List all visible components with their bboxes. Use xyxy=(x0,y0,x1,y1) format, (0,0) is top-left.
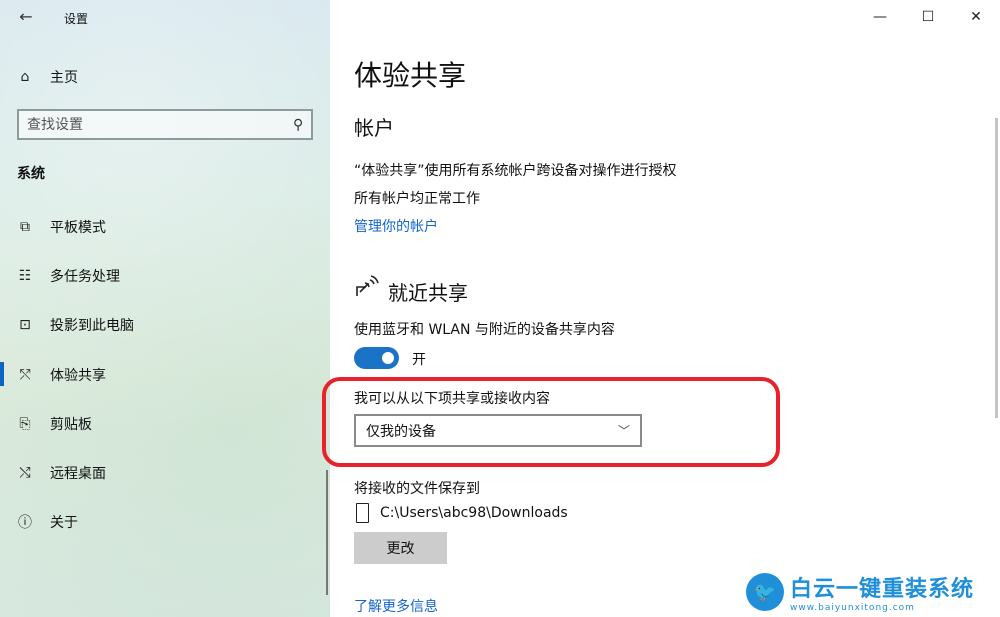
sidebar-item-remote-desktop[interactable]: ⤭ 远程桌面 xyxy=(0,448,330,497)
sidebar-item-label: 平板模式 xyxy=(50,219,106,236)
manage-accounts-link[interactable]: 管理你的帐户 xyxy=(354,216,438,236)
accounts-description: “体验共享”使用所有系统帐户跨设备对操作进行授权 xyxy=(354,163,677,179)
nearby-sharing-icon xyxy=(356,275,379,296)
accounts-status: 所有帐户均正常工作 xyxy=(354,191,480,207)
search-input[interactable] xyxy=(27,116,293,133)
nearby-sharing-description: 使用蓝牙和 WLAN 与附近的设备共享内容 xyxy=(354,322,615,338)
learn-more-link[interactable]: 了解更多信息 xyxy=(354,596,438,616)
sidebar-item-label: 主页 xyxy=(50,70,78,86)
window-controls: — ☐ ✕ xyxy=(856,0,1000,34)
main-scrollbar[interactable] xyxy=(995,118,998,418)
sidebar-item-label: 剪贴板 xyxy=(50,416,92,433)
sidebar-scrollbar-thumb[interactable] xyxy=(326,470,328,595)
nearby-sharing-heading: 就近共享 xyxy=(388,281,468,305)
toggle-state-label: 开 xyxy=(412,352,426,368)
sidebar-item-tablet-mode[interactable]: ⧉ 平板模式 xyxy=(0,202,330,251)
minimize-button[interactable]: — xyxy=(856,0,904,34)
projecting-icon: ⊡ xyxy=(19,317,31,334)
sidebar-item-multitasking[interactable]: ☷ 多任务处理 xyxy=(0,251,330,300)
maximize-button[interactable]: ☐ xyxy=(904,0,952,34)
home-icon: ⌂ xyxy=(20,69,30,85)
file-icon xyxy=(356,503,369,523)
sidebar-item-label: 多任务处理 xyxy=(50,268,120,285)
nearby-sharing-toggle[interactable] xyxy=(354,347,399,369)
back-arrow-icon[interactable]: ← xyxy=(14,6,38,28)
accounts-heading: 帐户 xyxy=(354,116,394,140)
sidebar-item-label: 投影到此电脑 xyxy=(50,318,134,335)
app-title: 设置 xyxy=(64,12,89,26)
multitasking-icon: ☷ xyxy=(18,267,32,284)
twitter-bird-logo-icon: 🐦 xyxy=(746,573,784,611)
change-button[interactable]: 更改 xyxy=(354,532,447,564)
sidebar-item-label: 远程桌面 xyxy=(50,466,106,483)
sidebar-item-projecting[interactable]: ⊡ 投影到此电脑 xyxy=(0,301,330,350)
remote-desktop-icon: ⤭ xyxy=(19,465,31,482)
sidebar-item-clipboard[interactable]: ⎘ 剪贴板 xyxy=(0,399,330,448)
shared-experiences-icon: ⤲ xyxy=(19,366,31,383)
sidebar-item-home[interactable]: ⌂ 主页 xyxy=(0,60,330,94)
sidebar-item-shared-experiences[interactable]: ⤲ 体验共享 xyxy=(0,350,330,399)
search-icon[interactable]: ⚲ xyxy=(293,117,303,133)
clipboard-icon: ⎘ xyxy=(19,415,31,432)
sidebar-item-about[interactable]: ⓘ 关于 xyxy=(0,498,330,547)
close-button[interactable]: ✕ xyxy=(952,0,1000,34)
save-location-label: 将接收的文件保存到 xyxy=(354,481,480,497)
info-icon: ⓘ xyxy=(18,515,32,532)
search-box: ⚲ xyxy=(17,109,313,140)
watermark-url: www.baiyunxitong.com xyxy=(790,603,915,613)
watermark-title: 白云一键重装系统 xyxy=(790,577,975,602)
watermark: 🐦 白云一键重装系统 www.baiyunxitong.com xyxy=(746,570,996,614)
tablet-mode-icon: ⧉ xyxy=(20,218,30,235)
sidebar-item-label: 体验共享 xyxy=(50,367,106,384)
watermark-text: 白云一键重装系统 www.baiyunxitong.com xyxy=(790,571,974,613)
section-title: 系统 xyxy=(17,166,45,182)
save-path: C:\Users\abc98\Downloads xyxy=(380,505,568,521)
sidebar-item-label: 关于 xyxy=(50,515,78,532)
toggle-knob xyxy=(382,352,394,364)
main-content: — ☐ ✕ 体验共享 帐户 “体验共享”使用所有系统帐户跨设备对操作进行授权 所… xyxy=(322,0,1000,617)
sidebar: ← 设置 ⌂ 主页 ⚲ 系统 ⧉ 平板模式 ☷ 多任务处理 ⊡ 投影到此电脑 ⤲… xyxy=(0,0,330,617)
highlight-annotation xyxy=(322,377,780,467)
sidebar-nav: ⧉ 平板模式 ☷ 多任务处理 ⊡ 投影到此电脑 ⤲ 体验共享 ⎘ 剪贴板 ⤭ 远… xyxy=(0,202,330,547)
page-title: 体验共享 xyxy=(354,59,467,92)
